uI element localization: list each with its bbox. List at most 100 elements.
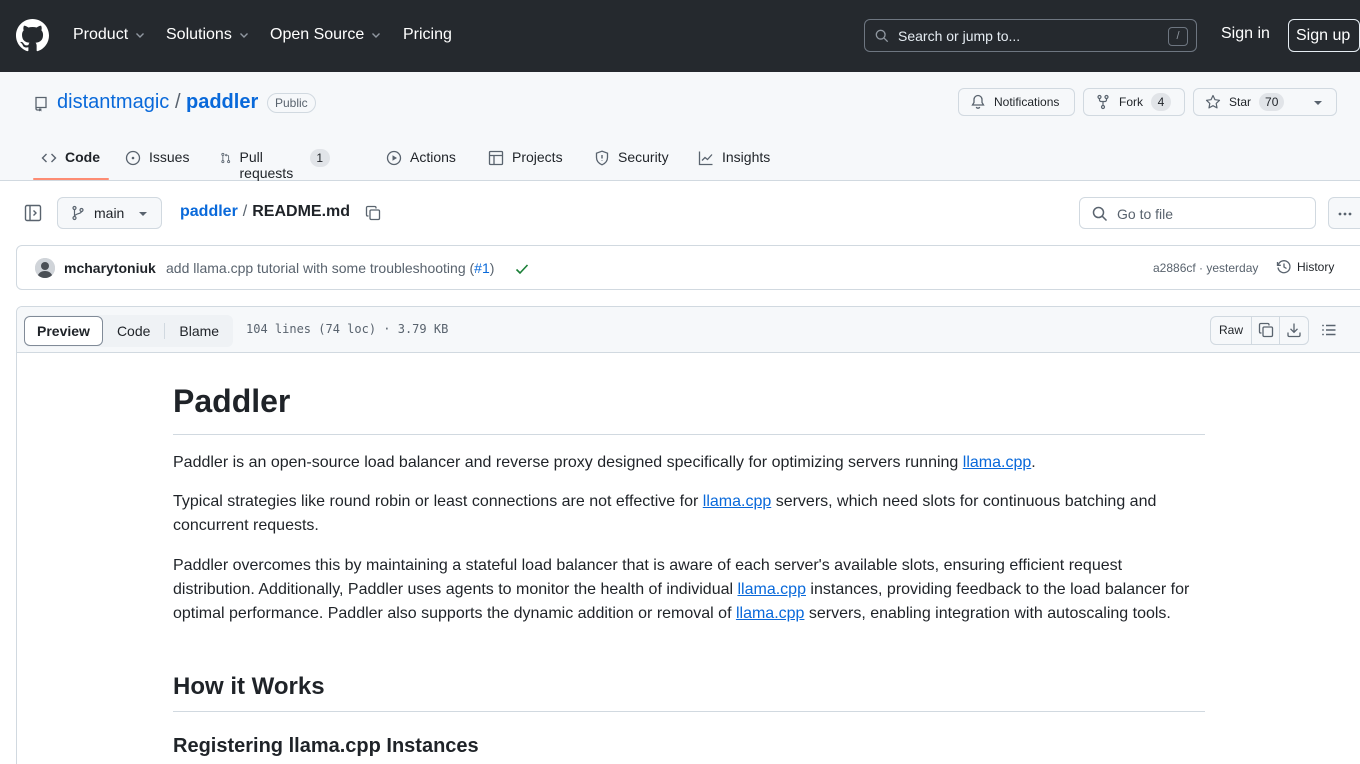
avatar[interactable] [35,258,55,278]
nav-solutions-label: Solutions [166,26,232,43]
breadcrumb-repo-link[interactable]: paddler [180,203,238,221]
shield-icon [595,150,609,166]
search-icon [1092,206,1108,222]
preview-button[interactable]: Preview [24,316,103,346]
star-dropdown-button[interactable] [1301,88,1337,116]
check-icon[interactable] [514,261,530,277]
pull-request-icon [221,152,231,164]
branch-selector-button[interactable]: main [57,197,162,229]
repo-header: distantmagic / paddler Public Notificati… [0,72,1360,181]
tab-pull-requests[interactable]: Pull requests 1 [220,141,330,181]
tab-code[interactable]: Code [41,141,100,181]
tab-actions[interactable]: Actions [386,141,456,181]
readme-heading-registering: Registering llama.cpp Instances [173,735,479,757]
fork-label: Fork [1119,95,1143,109]
star-button[interactable]: Star 70 [1193,88,1302,116]
readme-title: Paddler [173,383,291,419]
commit-message-text: add llama.cpp tutorial with some trouble… [166,260,475,276]
table-icon [488,150,504,166]
p1-end: . [1031,454,1036,471]
nav-open-source[interactable]: Open Source [270,24,382,46]
llama-cpp-link[interactable]: llama.cpp [736,605,804,622]
file-viewer-header: Preview Code Blame 104 lines (74 loc) · … [17,307,1360,353]
commit-message[interactable]: add llama.cpp tutorial with some trouble… [166,260,494,276]
nav-pricing-label: Pricing [403,26,452,43]
llama-cpp-link[interactable]: llama.cpp [738,581,806,598]
go-to-file-input[interactable]: Go to file [1079,197,1316,229]
commit-pr-link[interactable]: #1 [474,260,490,276]
github-logo-icon[interactable] [16,19,49,52]
readme-paragraph-1: Paddler is an open-source load balancer … [173,451,1205,475]
copy-raw-button[interactable] [1252,317,1281,344]
chevron-down-icon [136,33,145,38]
fork-button[interactable]: Fork 4 [1083,88,1185,116]
tab-actions-label: Actions [410,149,456,165]
sign-in-link[interactable]: Sign in [1221,25,1270,43]
nav-product[interactable]: Product [73,24,146,46]
history-button[interactable]: History [1276,259,1334,275]
nav-open-source-label: Open Source [270,26,365,43]
triangle-down-icon [1314,101,1322,105]
outline-list-icon[interactable] [1321,322,1337,338]
tab-projects[interactable]: Projects [488,141,563,181]
tab-code-label: Code [65,149,100,165]
p2-text: Typical strategies like round robin or l… [173,493,703,510]
llama-cpp-link[interactable]: llama.cpp [963,454,1031,471]
kebab-horizontal-icon [1338,212,1352,216]
copy-path-icon[interactable] [365,205,381,221]
tab-pull-requests-label: Pull requests [239,149,294,181]
search-icon [875,29,889,43]
tab-security[interactable]: Security [594,141,669,181]
file-size-info: 104 lines (74 loc) · 3.79 KB [246,322,449,336]
fork-count: 4 [1151,93,1171,111]
global-search-input[interactable]: Search or jump to... / [864,19,1197,52]
code-icon [41,153,57,163]
blame-button[interactable]: Blame [165,316,233,346]
tab-insights-label: Insights [722,149,771,165]
download-icon [1287,323,1301,338]
copy-icon [1258,322,1274,338]
chevron-down-icon [372,33,381,38]
nav-pricing[interactable]: Pricing [403,24,452,46]
graph-icon [698,151,713,166]
commit-author-link[interactable]: mcharytoniuk [64,260,156,276]
active-tab-indicator [33,178,109,180]
raw-actions-group: Raw [1210,316,1310,345]
user-avatar-icon [35,258,55,278]
fork-icon [1097,94,1109,110]
git-branch-icon [72,205,84,221]
tab-security-label: Security [618,149,669,165]
readme-paragraph-3: Paddler overcomes this by maintaining a … [173,554,1205,626]
repo-owner-link[interactable]: distantmagic [57,91,169,114]
visibility-badge: Public [267,93,316,113]
tab-insights[interactable]: Insights [698,141,770,181]
nav-product-label: Product [73,26,129,43]
sign-up-button[interactable]: Sign up [1288,19,1360,52]
notifications-button[interactable]: Notifications [958,88,1075,116]
heading-divider [173,711,1205,712]
tab-issues-label: Issues [149,149,190,165]
llama-cpp-link[interactable]: llama.cpp [703,493,771,510]
nav-solutions[interactable]: Solutions [166,24,250,46]
tab-issues[interactable]: Issues [125,141,189,181]
repo-name-link[interactable]: paddler [186,91,258,114]
view-mode-toggle: Preview Code Blame [24,315,234,347]
latest-commit-bar: mcharytoniuk add llama.cpp tutorial with… [16,245,1360,290]
p3-text-c: servers, enabling integration with autos… [804,605,1171,622]
raw-button[interactable]: Raw [1211,317,1253,344]
pull-requests-count: 1 [309,149,330,167]
chevron-down-icon [239,33,248,38]
history-label: History [1297,260,1335,274]
download-raw-button[interactable] [1280,317,1308,344]
star-count: 70 [1259,93,1285,111]
history-icon [1276,260,1291,274]
commit-sha-and-time[interactable]: a2886cf · yesterday [1153,261,1258,275]
breadcrumb-file-name: README.md [252,203,351,220]
global-header: Product Solutions Open Source Pricing Se… [0,0,1360,72]
issue-icon [125,150,141,166]
code-view-button[interactable]: Code [103,316,164,346]
readme-paragraph-2: Typical strategies like round robin or l… [173,490,1205,538]
sidebar-expand-icon[interactable] [24,204,42,222]
breadcrumb-separator: / [242,203,248,220]
more-options-button[interactable] [1328,197,1360,229]
